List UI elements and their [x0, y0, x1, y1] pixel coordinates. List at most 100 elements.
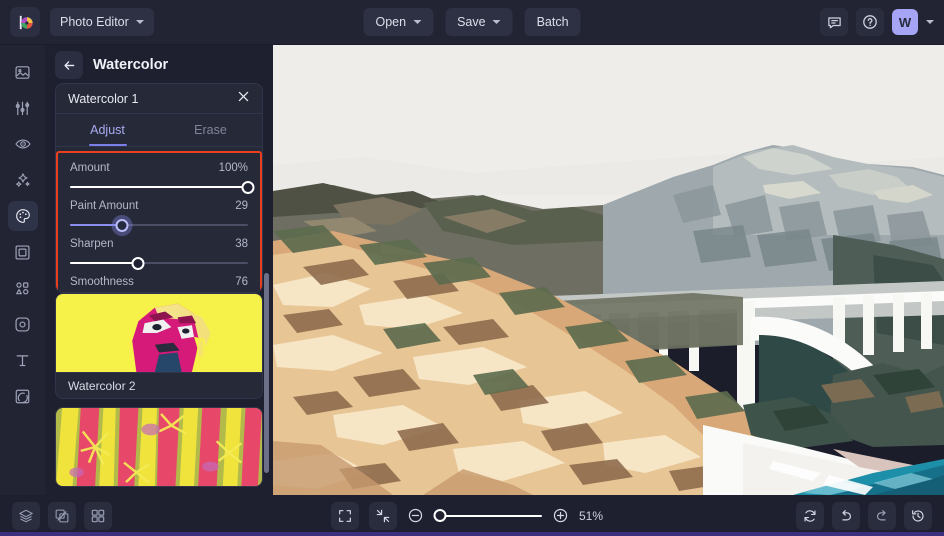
zoom-in-button[interactable]: [552, 507, 569, 524]
slider-amount-label-row: Amount 100%: [70, 162, 248, 174]
preset-thumbnail: [56, 408, 262, 486]
open-button[interactable]: Open: [363, 8, 433, 36]
redo-icon: [874, 508, 890, 524]
slider-sharpen-value: 38: [235, 238, 248, 250]
tab-adjust[interactable]: Adjust: [56, 114, 159, 146]
chevron-down-icon: [136, 20, 144, 24]
history-button[interactable]: [904, 502, 932, 530]
reset-button[interactable]: [796, 502, 824, 530]
tool-rail: [0, 45, 45, 495]
back-button[interactable]: [55, 51, 83, 79]
preset-list: Watercolor 2: [45, 293, 273, 495]
sidebar-item-text-tools[interactable]: [8, 345, 38, 375]
slider-amount: Amount 100%: [70, 162, 248, 194]
slider-smoothness-name: Smoothness: [70, 276, 134, 288]
effect-tabs: Adjust Erase: [56, 114, 262, 147]
preset-thumbnail: [56, 294, 262, 372]
sliders-icon: [14, 100, 31, 117]
effect-card-header: Watercolor 1: [56, 84, 262, 114]
shrink-button[interactable]: [369, 502, 397, 530]
sidebar-item-adjust-tools[interactable]: [8, 93, 38, 123]
slider-amount-handle[interactable]: [242, 181, 255, 194]
slider-amount-track[interactable]: [70, 180, 248, 194]
reset-icon: [802, 508, 818, 524]
batch-button[interactable]: Batch: [525, 8, 581, 36]
zoom-slider-handle[interactable]: [434, 509, 447, 522]
shrink-icon: [375, 508, 391, 524]
history-tools: [796, 502, 932, 530]
edited-photo[interactable]: [273, 45, 944, 495]
effect-panel: Watercolor Watercolor 1 Adjust: [45, 45, 273, 495]
tab-erase[interactable]: Erase: [159, 114, 262, 146]
slider-paint-amount-value: 29: [235, 200, 248, 212]
chevron-down-icon: [493, 20, 501, 24]
slider-amount-name: Amount: [70, 162, 110, 174]
fit-screen-icon: [337, 508, 353, 524]
sidebar-item-image-tools[interactable]: [8, 57, 38, 87]
slider-smoothness: Smoothness 76: [70, 276, 248, 293]
slider-group-highlighted: Amount 100% Paint Amount 29: [56, 151, 262, 293]
close-effect-button[interactable]: [237, 90, 250, 108]
preset-item-floral[interactable]: [55, 407, 263, 487]
sidebar-item-effects-tools[interactable]: [8, 165, 38, 195]
slider-paint-amount-label-row: Paint Amount 29: [70, 200, 248, 212]
account-chevron-down-icon[interactable]: [926, 20, 934, 24]
slider-sharpen-handle[interactable]: [131, 257, 144, 270]
layers-icon: [18, 508, 34, 524]
eye-icon: [14, 135, 32, 153]
bottom-toolbar: 51%: [0, 495, 944, 536]
sidebar-item-retouch-tools[interactable]: [8, 129, 38, 159]
text-icon: [14, 352, 31, 369]
help-button[interactable]: [856, 8, 884, 36]
workspace-switcher[interactable]: Photo Editor: [50, 8, 154, 36]
grid-icon: [90, 508, 106, 524]
frame-icon: [14, 244, 31, 261]
zoom-out-button[interactable]: [407, 507, 424, 524]
arrow-left-icon: [62, 58, 77, 73]
os-taskbar-strip: [0, 532, 944, 536]
compare-icon: [54, 508, 70, 524]
sidebar-item-crop-tools[interactable]: [8, 309, 38, 339]
slider-sharpen-track[interactable]: [70, 256, 248, 270]
preset-item-watercolor-2[interactable]: Watercolor 2: [55, 293, 263, 399]
canvas-area[interactable]: [273, 45, 944, 495]
fit-screen-button[interactable]: [331, 502, 359, 530]
image-icon: [14, 64, 31, 81]
save-button[interactable]: Save: [445, 8, 513, 36]
redo-button[interactable]: [868, 502, 896, 530]
sidebar-item-artistic-tools[interactable]: [8, 201, 38, 231]
slider-track-fill: [70, 186, 248, 188]
zoom-in-icon: [552, 507, 569, 524]
sparkles-icon: [14, 171, 32, 189]
batch-label: Batch: [537, 15, 569, 29]
slider-paint-amount-name: Paint Amount: [70, 200, 138, 212]
history-icon: [910, 508, 926, 524]
slider-amount-value: 100%: [219, 162, 248, 174]
palette-icon: [14, 207, 32, 225]
crop-focus-icon: [14, 316, 31, 333]
undo-button[interactable]: [832, 502, 860, 530]
zoom-slider[interactable]: [434, 509, 542, 523]
tab-erase-label: Erase: [194, 123, 227, 137]
chevron-down-icon: [413, 20, 421, 24]
preset-label: Watercolor 2: [56, 372, 262, 398]
compare-button[interactable]: [48, 502, 76, 530]
slider-paint-amount-track[interactable]: [70, 218, 248, 232]
tab-adjust-label: Adjust: [90, 123, 125, 137]
slider-sharpen-name: Sharpen: [70, 238, 113, 250]
bixby-creek-bridge-watercolor-image: [273, 45, 944, 495]
slider-smoothness-label-row: Smoothness 76: [70, 276, 248, 288]
brand-logo-button[interactable]: [10, 7, 40, 37]
slider-paint-amount: Paint Amount 29: [70, 200, 248, 232]
feedback-button[interactable]: [820, 8, 848, 36]
slider-track-fill: [70, 262, 138, 264]
sidebar-item-shapes-tools[interactable]: [8, 273, 38, 303]
avatar[interactable]: W: [892, 9, 918, 35]
grid-button[interactable]: [84, 502, 112, 530]
effect-card: Watercolor 1 Adjust Erase: [55, 83, 263, 293]
slider-paint-amount-handle[interactable]: [115, 219, 128, 232]
sidebar-item-frame-tools[interactable]: [8, 237, 38, 267]
sidebar-item-overlay-tools[interactable]: [8, 381, 38, 411]
panel-scrollbar[interactable]: [264, 273, 269, 473]
layers-button[interactable]: [12, 502, 40, 530]
